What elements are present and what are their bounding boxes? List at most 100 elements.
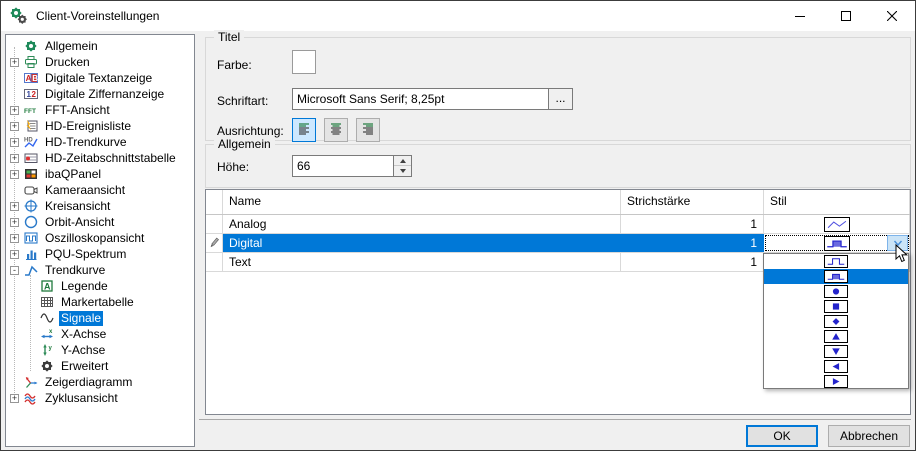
tree-item-label: X-Achse: [61, 326, 107, 341]
tree-item-erweitert[interactable]: Erweitert: [6, 358, 194, 374]
cell-strichstaerke[interactable]: 1: [621, 215, 764, 233]
style-option-triangle-left[interactable]: [764, 359, 908, 374]
expand-plus-icon[interactable]: +: [10, 201, 19, 211]
ok-button[interactable]: OK: [746, 425, 818, 447]
tree-item-kameraansicht[interactable]: Kameraansicht: [6, 182, 194, 198]
tree-item-drucken[interactable]: + Drucken: [6, 54, 194, 70]
tree-item-zyklusansicht[interactable]: + Zyklusansicht: [6, 390, 194, 406]
style-triangle-right-icon: [824, 375, 848, 388]
expand-plus-icon[interactable]: +: [10, 57, 19, 67]
tree-item-hd-ereignisliste[interactable]: + HD-Ereignisliste: [6, 118, 194, 134]
tree-item-label: Digitale Textanzeige: [45, 70, 153, 85]
style-option-triangle-right[interactable]: [764, 374, 908, 389]
allgemein-group: Allgemein Höhe:: [205, 137, 911, 188]
tree-item-legende[interactable]: A Legende: [6, 278, 194, 294]
tree-item-y-achse[interactable]: y Y-Achse: [6, 342, 194, 358]
maximize-button[interactable]: [823, 1, 869, 31]
expand-plus-icon[interactable]: +: [10, 153, 19, 163]
tree-item-pqu-spektrum[interactable]: + PQU-Spektrum: [6, 246, 194, 262]
pointer-diagram-icon: [23, 375, 39, 389]
tree-item-kreisansicht[interactable]: + Kreisansicht: [6, 198, 194, 214]
cell-strichstaerke[interactable]: 1: [621, 234, 764, 252]
minimize-button[interactable]: [777, 1, 823, 31]
expand-plus-icon[interactable]: +: [10, 121, 19, 131]
titlebar: Client-Voreinstellungen: [1, 1, 915, 31]
tree-item-signale[interactable]: Signale: [6, 310, 194, 326]
cell-stil[interactable]: [764, 234, 910, 252]
x-axis-icon: x: [39, 327, 55, 341]
align-left-button[interactable]: [292, 118, 316, 142]
tree-item-label: Allgemein: [45, 38, 98, 53]
legend-a-icon: A: [39, 279, 55, 293]
column-header-stil[interactable]: Stil: [764, 190, 910, 214]
style-option-step-outline[interactable]: [764, 254, 908, 269]
tree-item-zeigerdiagramm[interactable]: Zeigerdiagramm: [6, 374, 194, 390]
tree-item-fft-ansicht[interactable]: + FFT FFT-Ansicht: [6, 102, 194, 118]
style-line-icon: [823, 216, 850, 232]
expand-plus-icon[interactable]: +: [10, 137, 19, 147]
hoehe-input[interactable]: [293, 156, 389, 176]
align-left-icon: [297, 122, 311, 139]
cell-name[interactable]: Analog: [223, 215, 621, 233]
farbe-label: Farbe:: [217, 58, 252, 72]
font-input[interactable]: [292, 88, 549, 110]
column-header-strichst-rke[interactable]: Strichstärke: [621, 190, 764, 214]
tree-item-allgemein[interactable]: Allgemein: [6, 38, 194, 54]
tree-item-trendkurve[interactable]: - Trendkurve: [6, 262, 194, 278]
tree-item-label: FFT-Ansicht: [45, 102, 110, 117]
style-option-circle[interactable]: [764, 284, 908, 299]
table-row-analog[interactable]: Analog 1: [206, 215, 910, 234]
style-step-filled-icon: [823, 235, 850, 251]
tree-item-ibaqpanel[interactable]: + ibaQPanel: [6, 166, 194, 182]
expand-plus-icon[interactable]: +: [10, 249, 19, 259]
trend-icon: [23, 263, 39, 277]
style-option-diamond[interactable]: [764, 314, 908, 329]
style-triangle-down-icon: [824, 345, 848, 358]
spin-down-button[interactable]: [394, 166, 411, 176]
spin-up-button[interactable]: [394, 156, 411, 166]
tree-item-label: Kreisansicht: [45, 198, 111, 213]
orbit-icon: [23, 215, 39, 229]
expand-plus-icon[interactable]: +: [10, 169, 19, 179]
cell-name[interactable]: Text: [223, 253, 621, 271]
style-triangle-up-icon: [824, 330, 848, 343]
close-button[interactable]: [869, 1, 915, 31]
tree-item-digitale-ziffernanzeige[interactable]: 1 2 Digitale Ziffernanzeige: [6, 86, 194, 102]
hoehe-spinner: [292, 155, 412, 177]
style-option-square[interactable]: [764, 299, 908, 314]
align-right-button[interactable]: [356, 118, 380, 142]
style-option-triangle-up[interactable]: [764, 329, 908, 344]
expand-plus-icon[interactable]: +: [10, 393, 19, 403]
cell-name[interactable]: Digital: [223, 234, 621, 252]
tree-item-digitale-textanzeige[interactable]: A B Digitale Textanzeige: [6, 70, 194, 86]
scope-icon: [23, 231, 39, 245]
cell-strichstaerke[interactable]: 1: [621, 253, 764, 271]
font-browse-button[interactable]: ...: [549, 88, 573, 110]
cancel-button[interactable]: Abbrechen: [828, 425, 910, 447]
style-option-step-filled[interactable]: [764, 269, 908, 284]
client-voreinstellungen-dialog: Client-Voreinstellungen Allgemein + Drucke…: [0, 0, 916, 451]
tree-item-hd-trendkurve[interactable]: + HD HD-Trendkurve: [6, 134, 194, 150]
align-center-button[interactable]: [324, 118, 348, 142]
tree-item-x-achse[interactable]: x X-Achse: [6, 326, 194, 342]
tree-item-label: Zyklusansicht: [45, 390, 118, 405]
table-row-digital[interactable]: Digital 1: [206, 234, 910, 253]
tree-item-hd-zeitabschnittstabelle[interactable]: + HD-Zeitabschnittstabelle: [6, 150, 194, 166]
tree-item-markertabelle[interactable]: Markertabelle: [6, 294, 194, 310]
maximize-icon: [841, 11, 851, 21]
y-axis-icon: y: [39, 343, 55, 357]
style-diamond-icon: [824, 315, 848, 328]
cell-stil[interactable]: [764, 215, 910, 233]
event-list-icon: [23, 119, 39, 133]
collapse-minus-icon[interactable]: -: [10, 265, 19, 275]
tree-item-oszilloskopansicht[interactable]: + Oszilloskopansicht: [6, 230, 194, 246]
expand-plus-icon[interactable]: +: [10, 217, 19, 227]
expand-plus-icon[interactable]: +: [10, 105, 19, 115]
marker-table-icon: [39, 295, 55, 309]
style-option-triangle-down[interactable]: [764, 344, 908, 359]
expand-plus-icon[interactable]: +: [10, 233, 19, 243]
title-color-picker[interactable]: [292, 50, 316, 74]
down-arrow-icon: [399, 169, 406, 173]
tree-item-orbit-ansicht[interactable]: + Orbit-Ansicht: [6, 214, 194, 230]
column-header-name[interactable]: Name: [223, 190, 621, 214]
